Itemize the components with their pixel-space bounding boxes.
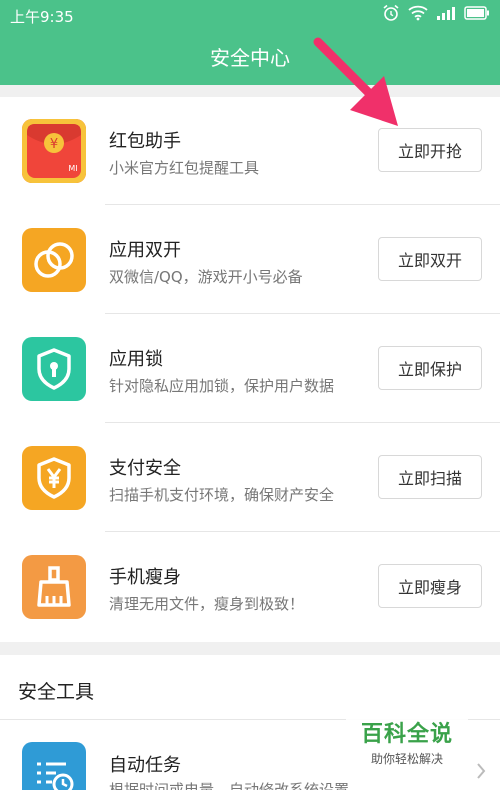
chevron-right-icon <box>477 763 486 779</box>
row-divider <box>105 531 500 532</box>
feature-list: ¥ MI 红包助手 小米官方红包提醒工具 立即开抢 应用双开 双微信/QQ，游戏… <box>0 97 500 642</box>
tool-title: 自动任务 <box>109 755 181 776</box>
feature-title: 手机瘦身 <box>109 567 181 588</box>
status-bar: 上午9:35 <box>0 0 500 30</box>
row-divider <box>105 204 500 205</box>
feature-subtitle: 双微信/QQ，游戏开小号必备 <box>109 268 303 286</box>
watermark-title: 百科全说 <box>360 722 453 747</box>
slim-now-button[interactable]: 立即瘦身 <box>378 564 482 608</box>
protect-now-button[interactable]: 立即保护 <box>378 346 482 390</box>
status-time: 上午9:35 <box>10 8 74 26</box>
section-title: 安全工具 <box>18 681 95 703</box>
svg-text:¥: ¥ <box>50 137 58 152</box>
feature-row-red-envelope[interactable]: ¥ MI 红包助手 小米官方红包提醒工具 立即开抢 <box>0 97 500 205</box>
feature-subtitle: 小米官方红包提醒工具 <box>109 159 260 177</box>
feature-row-dual-apps[interactable]: 应用双开 双微信/QQ，游戏开小号必备 立即双开 <box>0 206 500 314</box>
watermark-subtitle: 助你轻松解决 <box>370 752 443 766</box>
feature-row-app-lock[interactable]: 应用锁 针对隐私应用加锁，保护用户数据 立即保护 <box>0 315 500 423</box>
watermark-logo: 百科全说 助你轻松解决 <box>346 708 468 768</box>
task-schedule-icon <box>22 742 86 790</box>
tool-subtitle: 根据时间或电量，自动修改系统设置 <box>109 781 350 790</box>
row-divider <box>105 422 500 423</box>
signal-icon <box>437 7 455 20</box>
feature-subtitle: 扫描手机支付环境，确保财产安全 <box>109 486 335 504</box>
feature-title: 支付安全 <box>109 458 181 479</box>
feature-title: 应用双开 <box>109 240 181 261</box>
scan-now-button[interactable]: 立即扫描 <box>378 455 482 499</box>
svg-text:MI: MI <box>68 164 77 173</box>
feature-title: 红包助手 <box>109 131 181 152</box>
dual-circles-icon <box>22 228 86 292</box>
row-divider <box>105 313 500 314</box>
wifi-icon <box>408 5 428 21</box>
status-icons <box>382 4 490 22</box>
page-title: 安全中心 <box>210 46 290 70</box>
pink-arrow-icon <box>313 37 398 126</box>
app-header: 上午9:35 安全中心 <box>0 0 500 85</box>
dual-now-button[interactable]: 立即双开 <box>378 237 482 281</box>
yuan-shield-icon <box>22 446 86 510</box>
battery-icon <box>464 6 489 20</box>
feature-subtitle: 清理无用文件，瘦身到极致！ <box>109 595 305 613</box>
feature-row-phone-cleanup[interactable]: 手机瘦身 清理无用文件，瘦身到极致！ 立即瘦身 <box>0 533 500 641</box>
shield-lock-icon <box>22 337 86 401</box>
broom-icon <box>22 555 86 619</box>
feature-row-payment-security[interactable]: 支付安全 扫描手机支付环境，确保财产安全 立即扫描 <box>0 424 500 532</box>
feature-subtitle: 针对隐私应用加锁，保护用户数据 <box>109 377 335 395</box>
alarm-icon <box>383 4 399 21</box>
red-envelope-icon: ¥ MI <box>22 119 86 183</box>
feature-title: 应用锁 <box>109 349 163 370</box>
